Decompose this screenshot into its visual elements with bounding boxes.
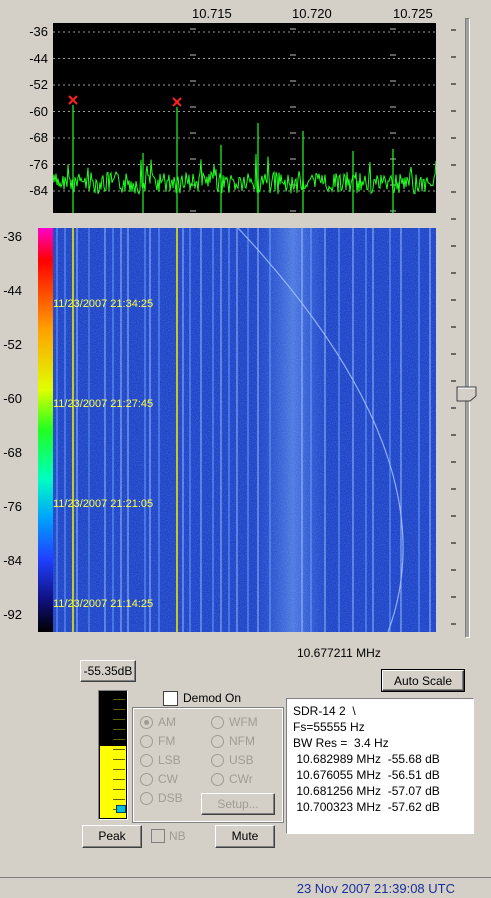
radio-circle-icon (140, 715, 153, 729)
scale-ticks (451, 29, 456, 625)
info-line: 10.676055 MHz -56.51 dB (293, 768, 440, 782)
mode-radio-am[interactable]: AM (140, 714, 176, 730)
nb-label: NB (169, 829, 186, 843)
spectrum-db-tick: -44 (29, 50, 48, 66)
meter-tick (113, 749, 125, 750)
spectrum-db-tick: -76 (29, 156, 48, 172)
radio-circle-icon (140, 753, 153, 767)
waterfall-db-tick: -68 (3, 445, 22, 460)
radio-circle-icon (140, 772, 153, 786)
nb-checkbox[interactable] (151, 829, 165, 843)
freq-tick-1: 10.715 (192, 6, 232, 21)
mode-label: CW (158, 772, 178, 786)
radio-circle-icon (140, 791, 153, 805)
mode-radio-lsb[interactable]: LSB (140, 752, 181, 768)
status-datetime: 23 Nov 2007 21:39:08 UTC (296, 881, 455, 896)
mode-radio-dsb[interactable]: DSB (140, 790, 183, 806)
waterfall-db-tick: -44 (3, 283, 22, 298)
freq-tick-3: 10.725 (393, 6, 433, 21)
mode-radio-cwr[interactable]: CWr (211, 771, 253, 787)
mode-radio-usb[interactable]: USB (211, 752, 254, 768)
spectrum-db-tick: -84 (29, 183, 48, 198)
setup-button[interactable]: Setup... (201, 793, 275, 815)
spectrum-db-tick: -52 (29, 77, 48, 92)
info-line: SDR-14 2 \ (293, 704, 356, 718)
waterfall-timestamp: 11/23/2007 21:34:25 (53, 298, 154, 310)
demod-label: Demod On (183, 691, 242, 705)
waterfall-display[interactable] (53, 228, 436, 632)
radio-circle-icon (211, 715, 224, 729)
waterfall-db-tick: -84 (3, 553, 22, 568)
meter-tick (113, 789, 125, 790)
level-meter (98, 690, 128, 820)
meter-tick (113, 779, 125, 780)
mode-label: DSB (158, 791, 183, 805)
mode-label: FM (158, 734, 176, 748)
scale-slider-thumb[interactable] (456, 386, 478, 402)
meter-tick (113, 799, 125, 800)
waterfall-timestamp: 11/23/2007 21:21:05 (53, 498, 154, 510)
peak-button[interactable]: Peak (82, 825, 142, 848)
freq-tick-2: 10.720 (292, 6, 332, 21)
meter-tick (113, 699, 125, 700)
meter-tick (113, 739, 125, 740)
spectrum-db-tick: -68 (29, 130, 48, 145)
meter-indicator (116, 805, 126, 813)
center-frequency: 10.677211 MHz (297, 646, 381, 660)
peak-info-box: SDR-14 2 \ Fs=55555 Hz BW Res = 3.4 Hz 10.… (286, 698, 474, 834)
info-line: Fs=55555 Hz (293, 720, 365, 734)
color-scale-bar (38, 228, 53, 632)
waterfall-db-tick: -92 (3, 607, 22, 622)
info-line: BW Res = 3.4 Hz (293, 736, 389, 750)
mode-label: LSB (158, 753, 181, 767)
mode-label: NFM (229, 734, 255, 748)
radio-circle-icon (211, 753, 224, 767)
demod-checkbox[interactable] (163, 691, 178, 706)
meter-tick (113, 709, 125, 710)
spectrum-panel: 10.715 10.720 10.725 -36 -44 -52 -60 -68 -76 -… (0, 0, 460, 230)
mode-label: WFM (229, 715, 258, 729)
waterfall-db-tick: -52 (3, 337, 22, 352)
spectrum-plot[interactable] (53, 23, 436, 213)
info-line: 10.682989 MHz -55.68 dB (293, 752, 440, 766)
mode-radio-fm[interactable]: FM (140, 733, 175, 749)
meter-tick (113, 729, 125, 730)
mode-radio-cw[interactable]: CW (140, 771, 178, 787)
spectrum-db-tick: -60 (29, 103, 48, 119)
mode-label: AM (158, 715, 176, 729)
info-line: 10.700323 MHz -57.62 dB (293, 800, 440, 814)
waterfall-db-tick: -76 (3, 499, 22, 514)
mode-label: CWr (229, 772, 253, 786)
spectrum-db-tick: -36 (29, 24, 48, 39)
meter-tick (113, 769, 125, 770)
info-line: 10.681256 MHz -57.07 dB (293, 784, 440, 798)
mode-label: USB (229, 753, 254, 767)
waterfall-timestamp: 11/23/2007 21:27:45 (53, 398, 154, 410)
mode-radio-wfm[interactable]: WFM (211, 714, 258, 730)
radio-circle-icon (211, 772, 224, 786)
mute-button[interactable]: Mute (215, 825, 275, 848)
scale-slider-track (465, 18, 470, 638)
auto-scale-button[interactable]: Auto Scale (381, 669, 465, 692)
level-readout: -55.35dB (80, 660, 136, 682)
radio-circle-icon (211, 734, 224, 748)
mode-radio-nfm[interactable]: NFM (211, 733, 255, 749)
radio-circle-icon (140, 734, 153, 748)
waterfall-db-tick: -60 (3, 391, 22, 406)
meter-tick (113, 719, 125, 720)
meter-tick (113, 759, 125, 760)
status-bar: 23 Nov 2007 21:39:08 UTC (0, 877, 491, 898)
waterfall-timestamp: 11/23/2007 21:14:25 (53, 598, 154, 610)
waterfall-db-tick: -36 (3, 229, 22, 244)
